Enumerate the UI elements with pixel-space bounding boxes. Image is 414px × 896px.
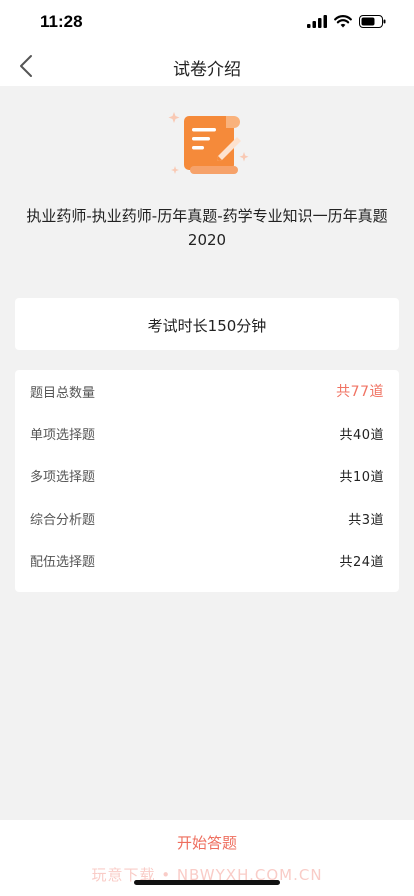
exam-title: 执业药师-执业药师-历年真题-药学专业知识一历年真题 2020 — [10, 204, 404, 252]
start-answering-button[interactable]: 开始答题 — [0, 832, 414, 853]
status-time: 11:28 — [40, 12, 83, 31]
question-stats-card: 题目总数量 共77道 单项选择题 共40道 多项选择题 共10道 综合分析题 共… — [15, 370, 399, 592]
exam-intro-page: 11:28 试卷介绍 执业药师-执业药师-历年真题-药学专业知识一历年真题 20… — [0, 0, 414, 896]
stat-label: 配伍选择题 — [30, 555, 96, 571]
stat-value: 共77道 — [336, 384, 384, 401]
stat-label: 综合分析题 — [30, 512, 96, 528]
stat-value: 共24道 — [339, 555, 384, 571]
wifi-icon — [334, 15, 352, 28]
stat-label: 多项选择题 — [30, 470, 96, 486]
stat-label: 题目总数量 — [30, 385, 96, 401]
stat-label: 单项选择题 — [30, 428, 96, 444]
nav-bar: 试卷介绍 — [0, 46, 414, 86]
exam-duration: 考试时长150分钟 — [147, 317, 267, 335]
status-bar: 11:28 — [0, 0, 414, 46]
stat-row-single-choice: 单项选择题 共40道 — [15, 412, 399, 454]
stat-value: 共40道 — [339, 428, 384, 444]
page-title: 试卷介绍 — [173, 60, 241, 80]
exam-title-line2: 2020 — [187, 231, 227, 249]
stat-value: 共3道 — [348, 512, 384, 528]
status-icons — [307, 15, 386, 28]
stat-row-matching: 配伍选择题 共24道 — [15, 540, 399, 582]
exam-scroll-icon — [168, 112, 249, 174]
stat-row-total: 题目总数量 共77道 — [15, 370, 399, 412]
home-indicator[interactable] — [134, 880, 280, 885]
stat-row-comprehensive: 综合分析题 共3道 — [15, 497, 399, 539]
stat-row-multiple-choice: 多项选择题 共10道 — [15, 455, 399, 497]
duration-card: 考试时长150分钟 — [15, 298, 399, 350]
stat-value: 共10道 — [339, 470, 384, 486]
exam-title-line1: 执业药师-执业药师-历年真题-药学专业知识一历年真题 — [26, 207, 388, 225]
signal-icon — [307, 15, 327, 28]
battery-icon — [359, 15, 386, 28]
